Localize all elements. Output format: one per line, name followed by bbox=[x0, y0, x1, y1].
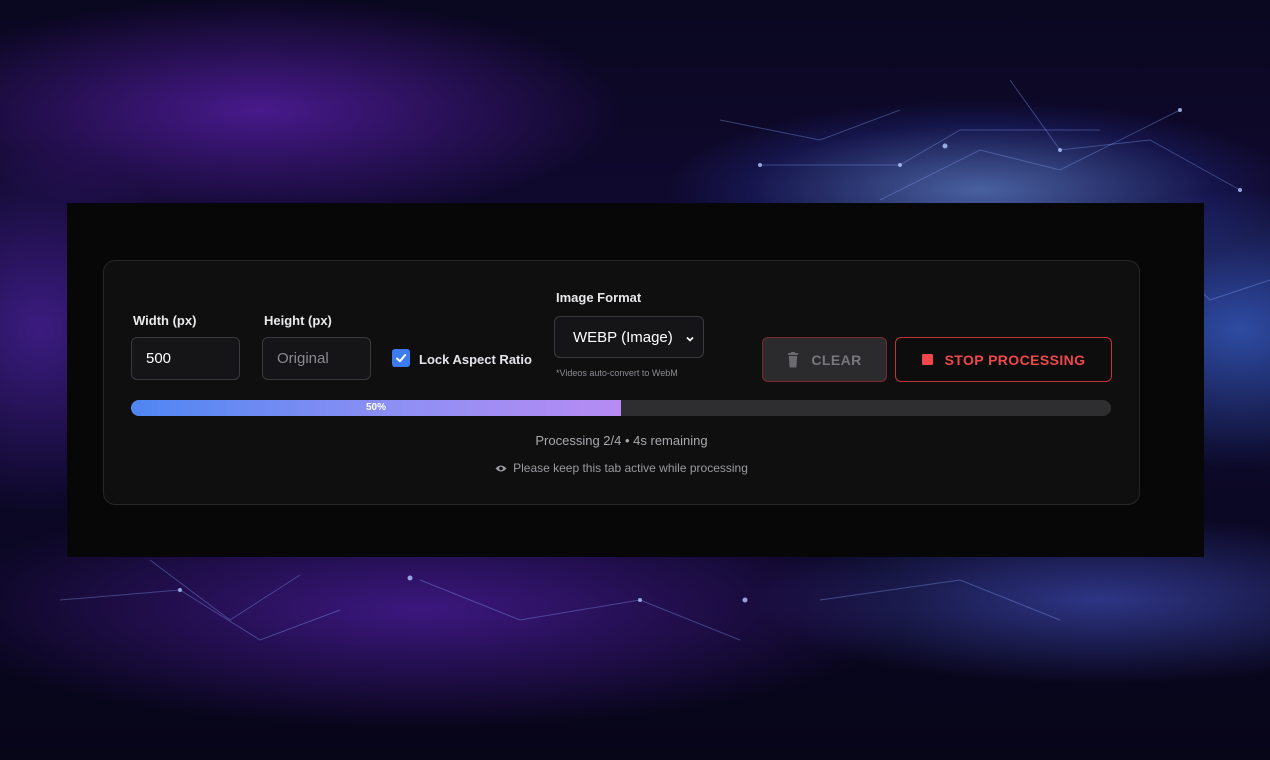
format-label: Image Format bbox=[556, 290, 642, 305]
progress-percent: 50% bbox=[365, 402, 387, 413]
clear-button[interactable]: CLEAR bbox=[762, 337, 887, 382]
stop-processing-button[interactable]: STOP PROCESSING bbox=[895, 337, 1112, 382]
format-select-value: WEBP (Image) bbox=[573, 328, 673, 346]
width-label: Width (px) bbox=[133, 313, 197, 328]
lock-aspect-checkbox[interactable] bbox=[392, 349, 410, 367]
width-input[interactable] bbox=[131, 337, 240, 380]
height-input[interactable] bbox=[262, 337, 371, 380]
progress-bar: 50% bbox=[131, 400, 1111, 416]
checkmark-icon bbox=[396, 354, 407, 363]
settings-panel: Width (px) Height (px) Lock Aspect Ratio… bbox=[67, 203, 1204, 557]
keep-tab-active-note: Please keep this tab active while proces… bbox=[104, 461, 1139, 475]
height-label: Height (px) bbox=[264, 313, 332, 328]
lock-aspect-label: Lock Aspect Ratio bbox=[419, 352, 532, 367]
stop-square-icon bbox=[921, 354, 933, 365]
processing-status: Processing 2/4 • 4s remaining bbox=[535, 433, 708, 448]
resize-options-card: Width (px) Height (px) Lock Aspect Ratio… bbox=[103, 260, 1140, 505]
keep-tab-active-text: Please keep this tab active while proces… bbox=[513, 461, 748, 475]
clear-button-label: CLEAR bbox=[811, 351, 862, 368]
chevron-down-icon bbox=[685, 331, 695, 348]
trash-icon bbox=[787, 351, 799, 368]
format-select[interactable]: WEBP (Image) bbox=[554, 316, 704, 358]
eye-icon bbox=[495, 464, 507, 473]
stop-processing-label: STOP PROCESSING bbox=[944, 351, 1086, 368]
format-hint: *Videos auto-convert to WebM bbox=[556, 368, 678, 378]
